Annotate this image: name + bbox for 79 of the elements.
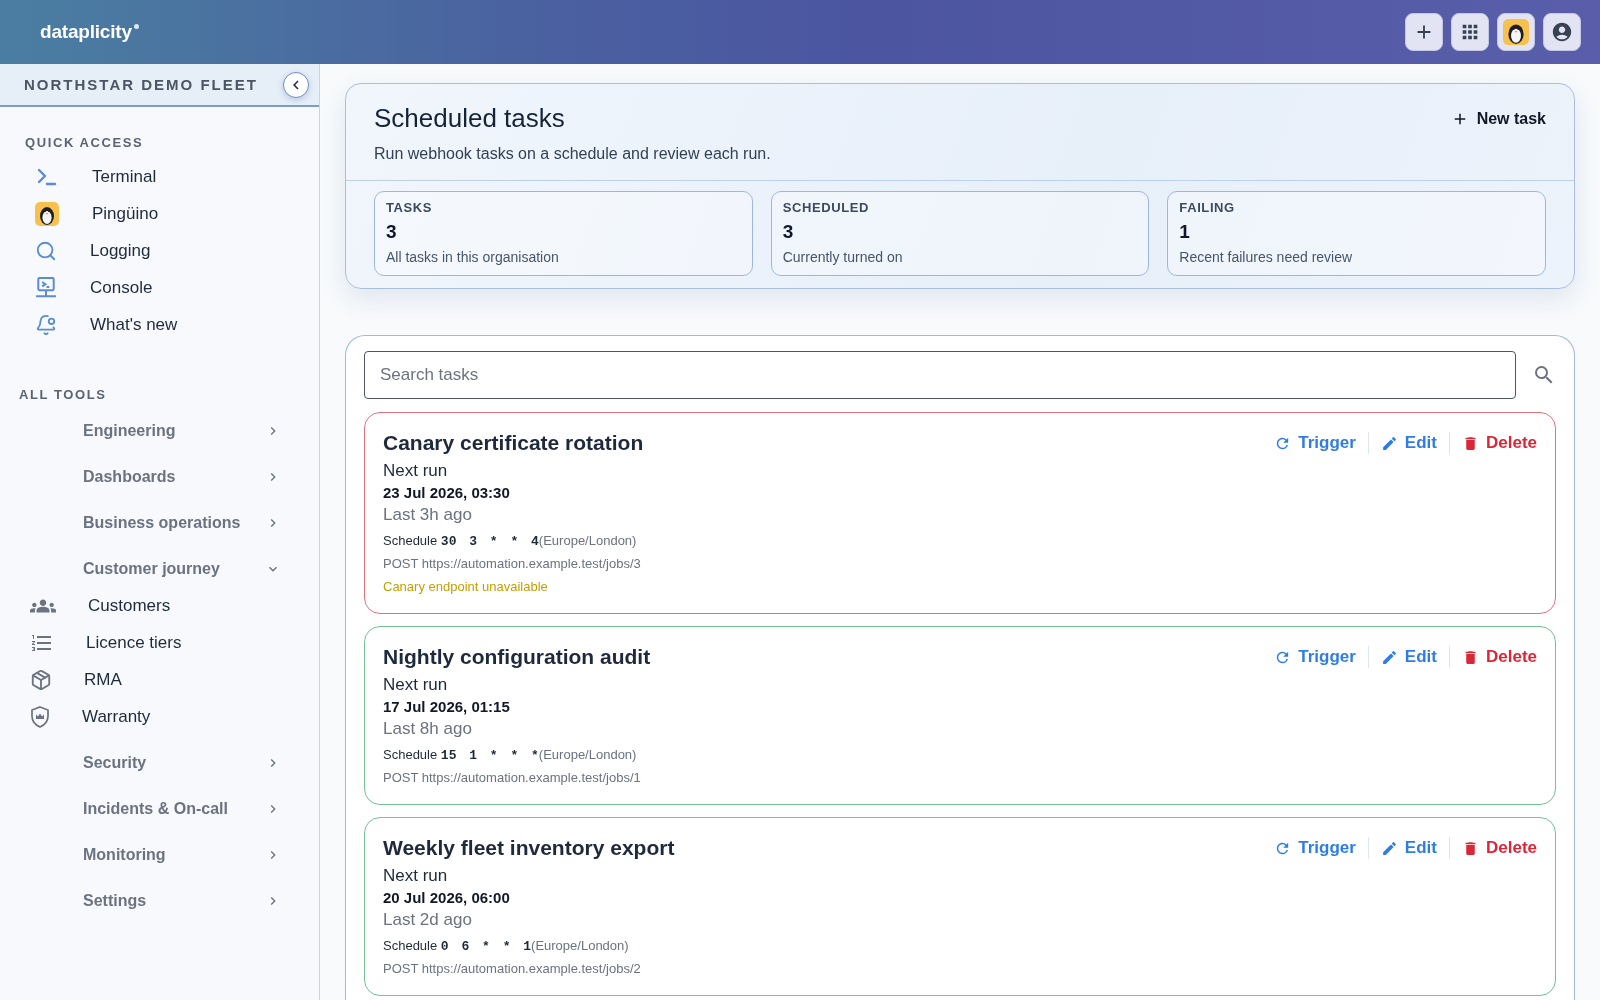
sidebar-item[interactable]: What's new [0,306,319,343]
dot-icon [133,24,139,29]
sidebar-item[interactable]: Console [0,269,319,306]
schedule-text: Schedule 0 6 * * 1(Europe/London) [383,937,630,956]
box-icon [30,668,52,691]
new-task-button[interactable]: New task [1450,108,1546,130]
stat-value: 3 [386,220,398,244]
last-run-text: Last 3h ago [383,504,473,526]
penguin-icon [1503,19,1529,45]
edit-button[interactable]: Edit [1367,837,1437,859]
request-text: POST https://automation.example.test/jobs/2 [383,960,642,978]
task-title: Weekly fleet inventory export [383,835,675,861]
task-title: Canary certificate rotation [383,430,644,456]
sidebar-item[interactable]: Licence tiers [0,624,319,661]
apps-button[interactable] [1451,13,1489,51]
trigger-button[interactable]: Trigger [1274,837,1356,859]
section-title: ALL TOOLS [18,387,108,403]
stat-value: 1 [1179,220,1191,244]
sidebar-item[interactable]: Logging [0,232,319,269]
request-text: POST https://automation.example.test/jobs/1 [383,769,642,787]
logo: dataplicity [40,21,132,43]
collapse-button[interactable] [283,71,309,98]
next-run-label: Next run [383,674,449,696]
stat-note: Currently turned on [782,248,904,266]
nav-group[interactable]: Settings [0,883,319,919]
stat-note: All tasks in this organisation [386,248,560,266]
request-text: POST https://automation.example.test/jobs/3 [383,555,642,573]
trigger-button[interactable]: Trigger [1274,646,1356,668]
penguin-icon [35,201,59,226]
last-run-text: Last 2d ago [383,909,473,931]
nav-group[interactable]: Incidents & On-call [0,791,319,827]
penguin-app-button[interactable] [1497,13,1535,51]
org-name: NORTHSTAR DEMO FLEET [24,76,258,93]
shield-icon [30,705,50,728]
sidebar-item[interactable]: RMA [0,661,319,698]
nav-group[interactable]: Engineering [0,413,319,449]
nav-group[interactable]: Business operations [0,505,319,541]
stat-note: Recent failures need review [1179,248,1354,266]
search-field[interactable]: Search tasks [364,351,1516,399]
schedule-text: Schedule 30 3 * * 4(Europe/London) [383,532,638,551]
pencil-icon [1380,648,1398,666]
stat-label: SCHEDULED [782,200,870,216]
last-run-text: Last 8h ago [383,718,473,740]
pencil-icon [1380,839,1398,857]
account-button[interactable] [1543,13,1581,51]
nav-group[interactable]: Monitoring [0,837,319,873]
bell-icon [35,313,57,336]
next-run-date: 23 Jul 2026, 03:30 [383,483,511,503]
sidebar-item[interactable]: Warranty [0,698,319,735]
delete-button[interactable]: Delete [1448,646,1537,668]
add-button[interactable] [1405,13,1443,51]
nav-group[interactable]: Customer journey [0,551,319,587]
schedule-text: Schedule 15 1 * * *(Europe/London) [383,746,638,765]
nav-group[interactable]: Security [0,745,319,781]
next-run-date: 20 Jul 2026, 06:00 [383,888,511,908]
trigger-button[interactable]: Trigger [1274,432,1356,454]
stat-value: 3 [782,220,795,244]
account-icon [1551,21,1573,43]
error-message: Canary endpoint unavailable [383,578,549,596]
section-title: QUICK ACCESS [24,135,145,151]
task-title: Nightly configuration audit [383,644,651,670]
stat-label: FAILING [1179,200,1236,216]
edit-button[interactable]: Edit [1367,646,1437,668]
sidebar-item[interactable]: Pingüino [0,195,319,232]
delete-button[interactable]: Delete [1448,432,1537,454]
next-run-label: Next run [383,865,449,887]
page-title: Scheduled tasks [374,102,566,135]
stat-label: TASKS [386,200,434,216]
edit-button[interactable]: Edit [1367,432,1437,454]
sidebar-item[interactable]: Terminal [0,158,319,195]
next-run-label: Next run [383,460,449,482]
delete-button[interactable]: Delete [1448,837,1537,859]
search-icon [35,239,57,262]
next-run-date: 17 Jul 2026, 01:15 [383,697,511,717]
page-subtitle: Run webhook tasks on a schedule and review each run. [374,144,771,164]
monitor-icon [35,276,57,299]
pencil-icon [1380,434,1398,452]
nav-group[interactable]: Dashboards [0,459,319,495]
sidebar-item[interactable]: Customers [0,587,319,624]
